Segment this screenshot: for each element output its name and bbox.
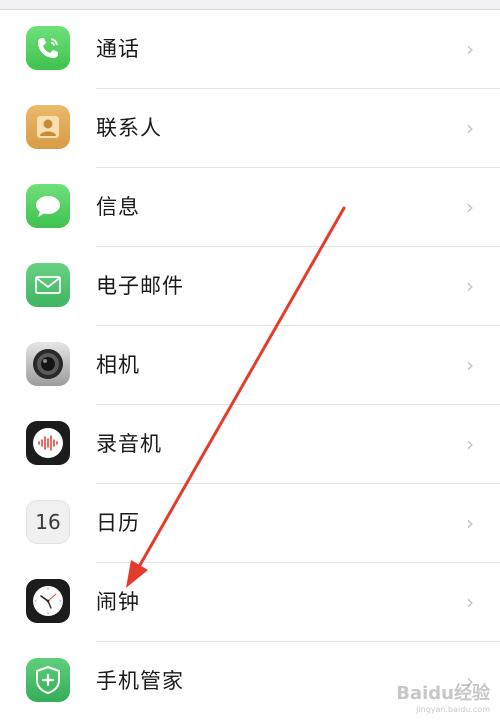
settings-item-label: 信息 [96, 195, 140, 219]
chevron-right-icon: › [466, 274, 474, 298]
calendar-date: 16 [35, 510, 61, 534]
settings-item-label: 日历 [96, 511, 140, 535]
watermark: Baidu经验 jingyan.baidu.com [396, 679, 490, 714]
shield-icon [26, 658, 70, 702]
chevron-right-icon: › [466, 37, 474, 61]
settings-item-phone[interactable]: 通话 › [0, 10, 500, 89]
settings-item-label: 录音机 [96, 432, 162, 456]
mail-icon [26, 263, 70, 307]
settings-list: 通话 › 联系人 › 信息 › 电子邮件 › 相机 › 录音机 › 16 日历 … [0, 10, 500, 720]
settings-page: 通话 › 联系人 › 信息 › 电子邮件 › 相机 › 录音机 › 16 日历 … [0, 0, 500, 720]
calendar-icon: 16 [26, 500, 70, 544]
contacts-icon [26, 105, 70, 149]
settings-item-alarm-clock[interactable]: 闹钟 › [0, 563, 500, 642]
settings-item-label: 闹钟 [96, 590, 140, 614]
settings-item-label: 电子邮件 [96, 274, 184, 298]
chevron-right-icon: › [466, 353, 474, 377]
chevron-right-icon: › [466, 116, 474, 140]
settings-item-label: 手机管家 [96, 669, 184, 693]
settings-item-camera[interactable]: 相机 › [0, 326, 500, 405]
settings-item-label: 联系人 [96, 116, 162, 140]
settings-item-label: 通话 [96, 37, 140, 61]
watermark-url: jingyan.baidu.com [416, 705, 490, 714]
phone-icon [26, 26, 70, 70]
settings-item-email[interactable]: 电子邮件 › [0, 247, 500, 326]
settings-item-label: 相机 [96, 353, 140, 377]
chevron-right-icon: › [466, 432, 474, 456]
settings-item-contacts[interactable]: 联系人 › [0, 89, 500, 168]
camera-icon [26, 342, 70, 386]
chevron-right-icon: › [466, 590, 474, 614]
clock-icon [26, 579, 70, 623]
settings-item-calendar[interactable]: 16 日历 › [0, 484, 500, 563]
settings-item-messages[interactable]: 信息 › [0, 168, 500, 247]
voice-recorder-icon [26, 421, 70, 465]
settings-item-voice-recorder[interactable]: 录音机 › [0, 405, 500, 484]
chevron-right-icon: › [466, 511, 474, 535]
messages-icon [26, 184, 70, 228]
watermark-logo-text: Baidu经验 [396, 683, 490, 704]
chevron-right-icon: › [466, 195, 474, 219]
